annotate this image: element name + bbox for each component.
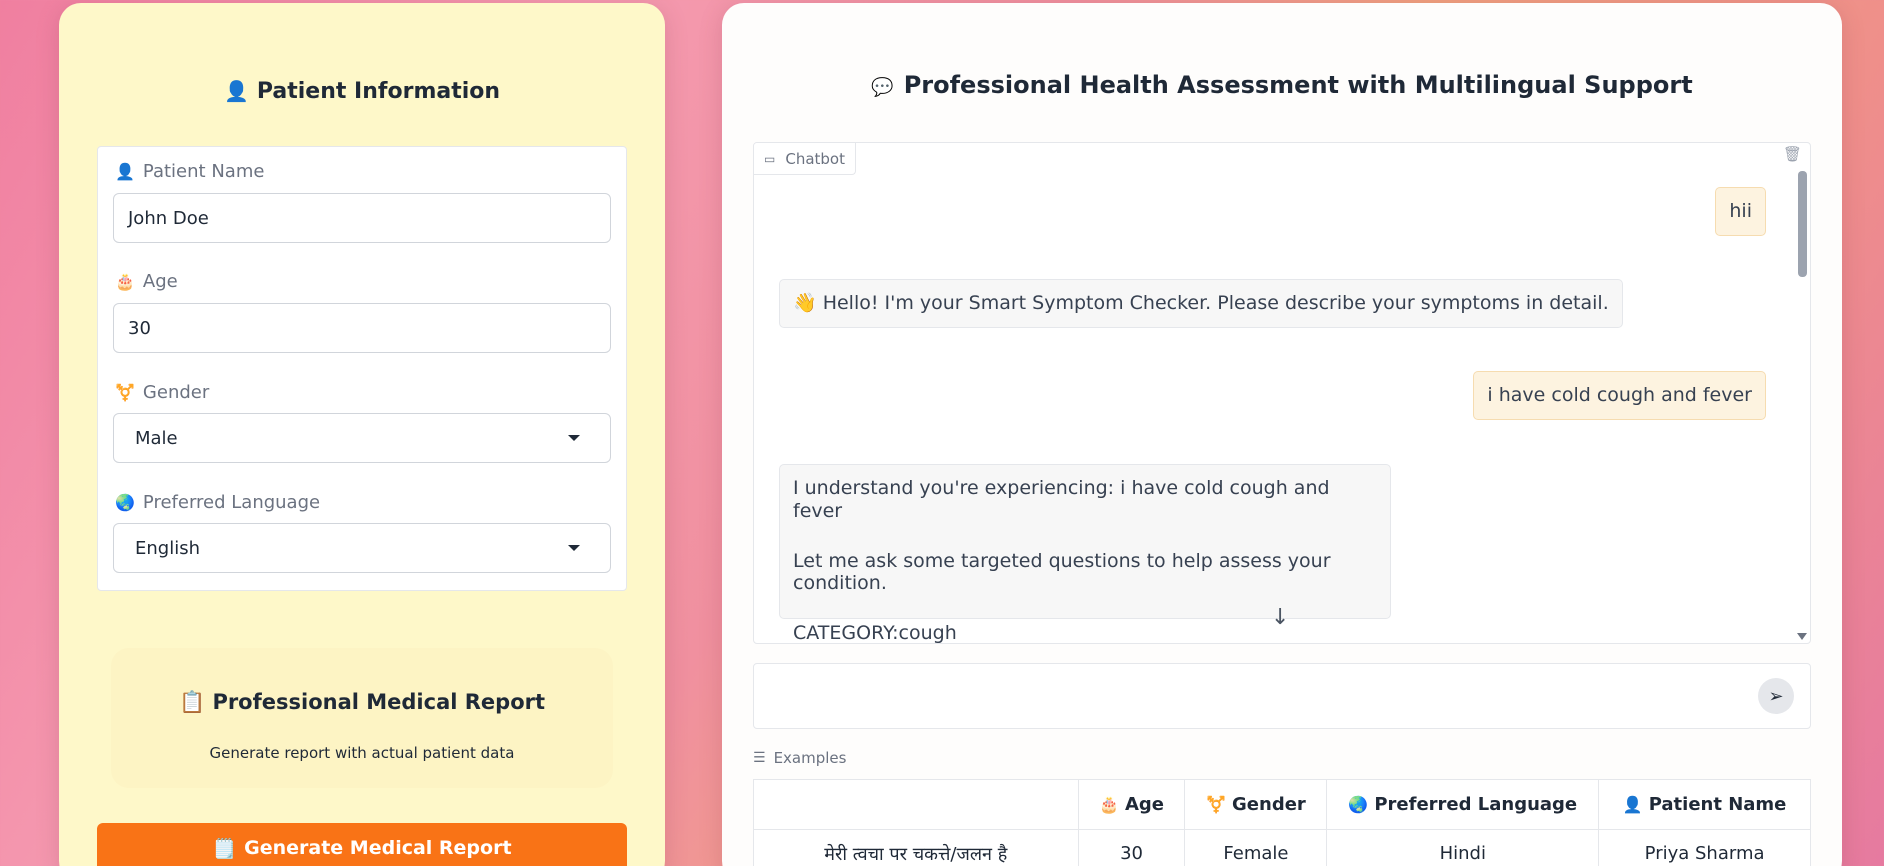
example-language-cell[interactable]: Hindi [1326,829,1600,866]
patient-info-panel: 👤 Patient Information 👤 Patient Name John … [59,3,665,866]
chat-scrollbar[interactable] [1796,167,1808,637]
examples-label: ☰ Examples [753,749,847,767]
chat-message-user: hii [1715,187,1766,236]
examples-header-message [753,779,1079,830]
trash-icon[interactable]: 🗑 [1783,145,1802,163]
example-gender-cell[interactable]: Female [1184,829,1328,866]
person-icon: 👤 [115,162,135,181]
table-row[interactable]: मेरी त्वचा पर चकत्ते/जलन है 30 Female Hi… [753,829,1811,866]
person-icon: 👤 [223,79,249,103]
gender-icon: ⚧️ [115,383,135,402]
examples-table: 🎂 Age ⚧️ Gender 🌏 Preferred Language 👤 Patie… [753,779,1811,866]
examples-header-name: 👤 Patient Name [1598,779,1811,830]
chat-message-bot: I understand you're experiencing: i have… [779,464,1391,643]
examples-header-language: 🌏 Preferred Language [1326,779,1600,830]
patient-info-title: 👤 Patient Information [223,79,501,104]
gender-select[interactable]: Male [113,413,611,463]
language-label: 🌏 Preferred Language [115,492,321,513]
gender-icon: ⚧️ [1206,795,1227,814]
chat-icon: ▭ [764,151,776,166]
assessment-title: 💬 Professional Health Assessment with Mul… [871,71,1693,99]
chatbot[interactable]: ▭ Chatbot 🗑 hii 👋 Hello! I'm your Smart … [753,142,1811,644]
gender-label: ⚧️ Gender [115,382,210,403]
notepad-icon: 🗒️ [212,838,237,860]
chevron-down-icon [568,545,580,551]
example-age-cell[interactable]: 30 [1077,829,1186,866]
examples-header-gender: ⚧️ Gender [1184,779,1328,830]
examples-header-age: 🎂 Age [1077,779,1186,830]
scroll-down-icon[interactable] [1797,633,1807,640]
person-icon: 👤 [1622,795,1643,814]
scrollbar-thumb[interactable] [1798,171,1807,277]
list-icon: ☰ [753,750,766,766]
report-title: 📋 Professional Medical Report [178,690,546,714]
chatbot-label: ▭ Chatbot [754,143,856,175]
example-name-cell[interactable]: Priya Sharma [1598,829,1811,866]
arrow-down-icon[interactable]: ↓ [1271,605,1289,630]
cake-icon: 🎂 [1099,795,1119,814]
chat-input[interactable] [753,663,1811,729]
report-subtitle: Generate report with actual patient data [209,744,515,762]
report-card: 📋 Professional Medical Report Generate r… [111,648,613,788]
clipboard-icon: 📋 [178,690,206,714]
age-label: 🎂 Age [115,271,178,292]
generate-report-button[interactable]: 🗒️ Generate Medical Report [97,823,627,866]
globe-icon: 🌏 [115,493,135,512]
patient-name-label: 👤 Patient Name [115,161,265,182]
cake-icon: 🎂 [115,272,135,291]
speech-bubble-icon: 💬 [871,77,894,98]
send-icon: ➢ [1768,685,1784,707]
patient-form: 👤 Patient Name John Doe 🎂 Age 30 ⚧️ Gender … [97,146,627,591]
chat-message-user: i have cold cough and fever [1473,371,1766,420]
assessment-panel: 💬 Professional Health Assessment with Mul… [722,3,1842,866]
example-message-cell[interactable]: मेरी त्वचा पर चकत्ते/जलन है [753,829,1079,866]
age-input[interactable]: 30 [113,303,611,353]
language-select[interactable]: English [113,523,611,573]
globe-icon: 🌏 [1348,795,1369,814]
patient-name-input[interactable]: John Doe [113,193,611,243]
chat-message-bot: 👋 Hello! I'm your Smart Symptom Checker.… [779,279,1623,328]
chevron-down-icon [568,435,580,441]
send-button[interactable]: ➢ [1758,678,1794,714]
examples-header-row: 🎂 Age ⚧️ Gender 🌏 Preferred Language 👤 Patie… [753,779,1811,830]
